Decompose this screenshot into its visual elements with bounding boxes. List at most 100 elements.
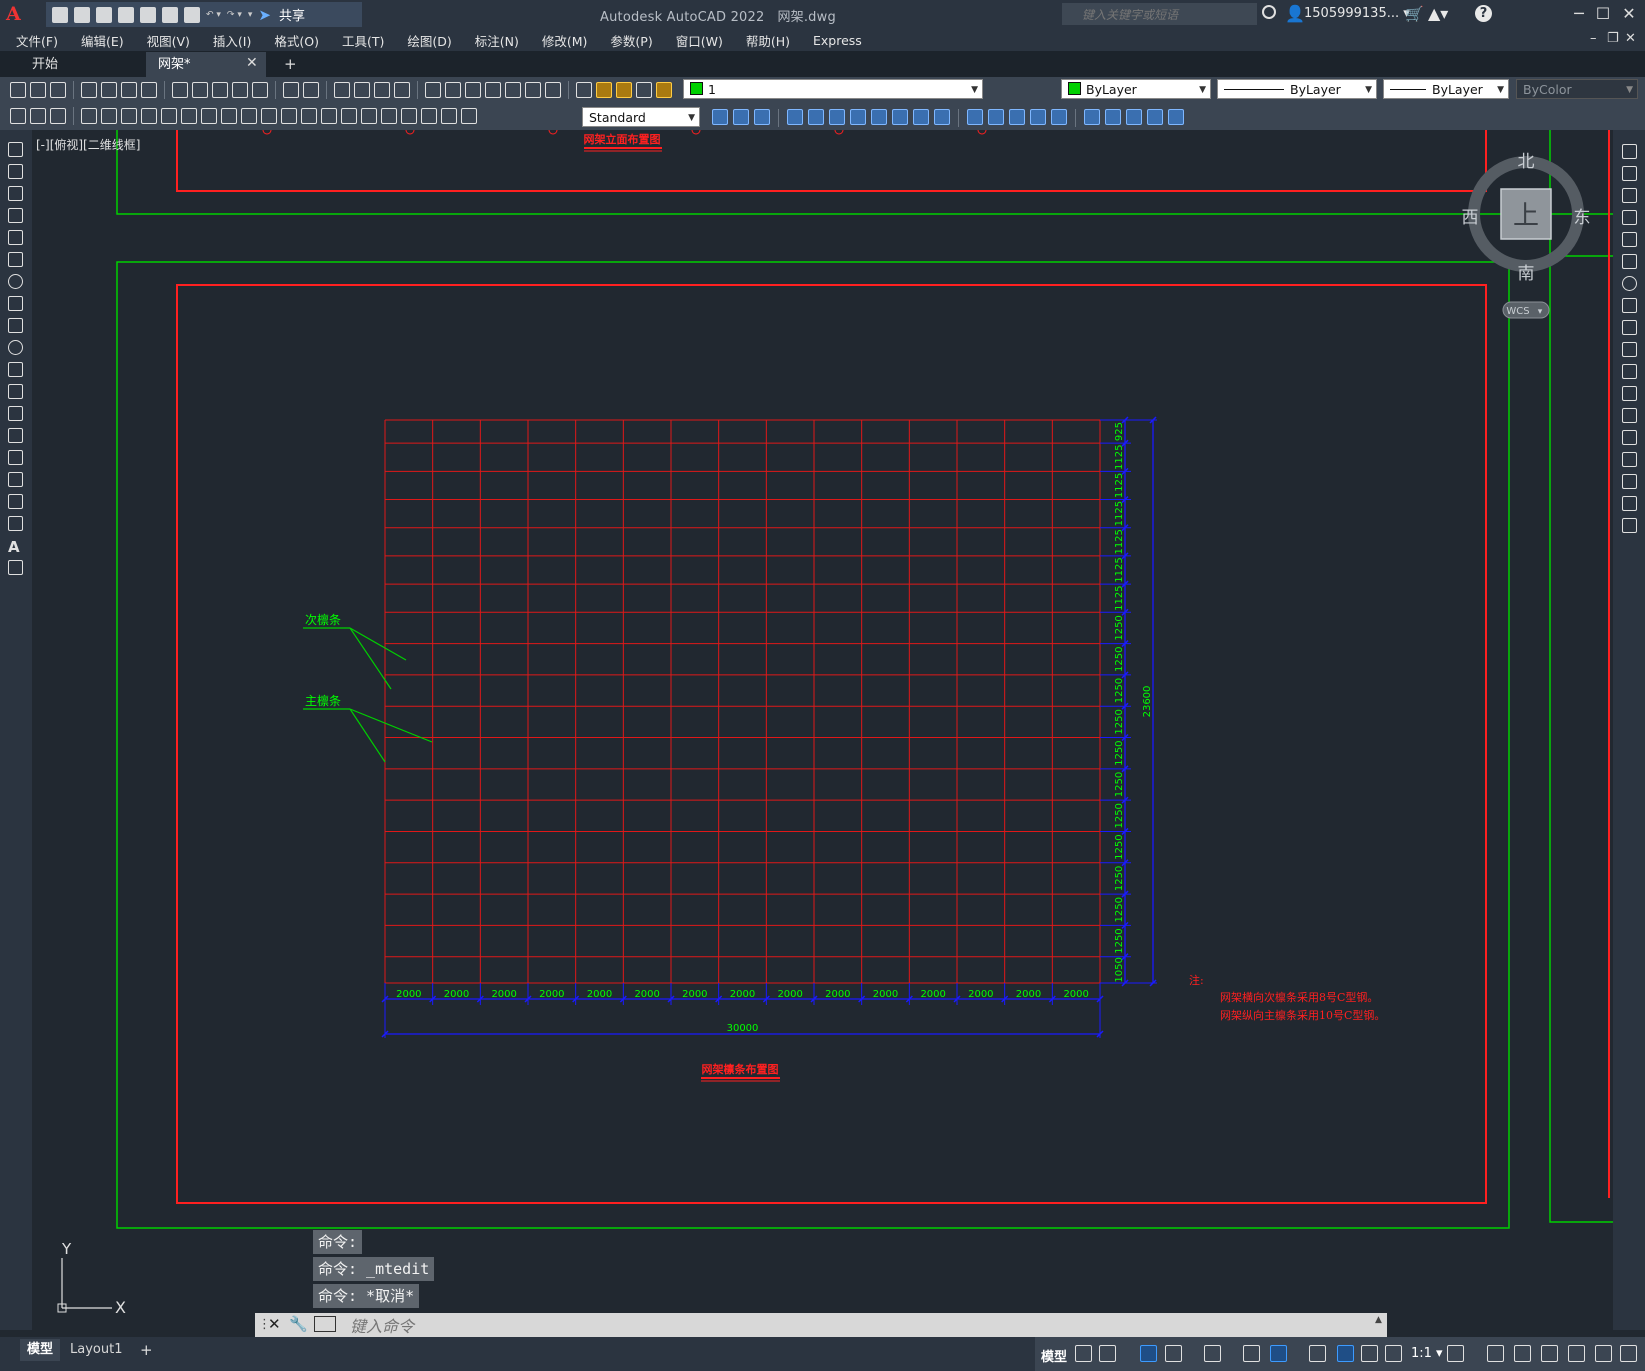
quick-dim-icon[interactable]: [241, 108, 257, 124]
add-selected-icon[interactable]: [8, 560, 23, 575]
user-icon[interactable]: 👤: [1285, 4, 1305, 23]
help-toolbar-icon[interactable]: [545, 82, 561, 98]
compass-east[interactable]: 东: [1574, 208, 1591, 228]
line-icon[interactable]: [8, 142, 23, 157]
new-file-icon[interactable]: [52, 6, 68, 23]
command-history-expand-icon[interactable]: ▲: [1375, 1315, 1382, 1325]
linear-dim-icon[interactable]: [81, 108, 97, 124]
compass-north[interactable]: 北: [1518, 152, 1535, 172]
annotation-scale-value[interactable]: 1:1 ▾: [1411, 1346, 1443, 1361]
doc-close-icon[interactable]: ✕: [1625, 31, 1636, 46]
extract-edges-icon[interactable]: [1147, 109, 1163, 125]
tolerance-icon[interactable]: [341, 108, 357, 124]
presspull-icon[interactable]: [1168, 109, 1184, 125]
block-editor-icon[interactable]: [252, 82, 268, 98]
units-icon[interactable]: [1568, 1345, 1585, 1362]
design-center-icon[interactable]: [445, 82, 461, 98]
pan-icon[interactable]: [334, 82, 350, 98]
menu-insert[interactable]: 插入(I): [213, 31, 251, 50]
copy-faces-icon[interactable]: [913, 109, 929, 125]
angular-icon[interactable]: [221, 108, 237, 124]
dim-edit-icon[interactable]: [421, 108, 437, 124]
construction-line-icon[interactable]: [8, 164, 23, 179]
zoom-window-icon[interactable]: [374, 82, 390, 98]
search-input[interactable]: [1080, 5, 1254, 25]
layer-lock-icon[interactable]: [656, 82, 672, 98]
save-icon[interactable]: [96, 6, 112, 23]
check-icon[interactable]: [1051, 109, 1067, 125]
search-icon[interactable]: [1262, 5, 1276, 19]
gradient-icon[interactable]: [8, 472, 23, 487]
radius-icon[interactable]: [161, 108, 177, 124]
open-web-icon[interactable]: [140, 6, 156, 23]
taper-faces-icon[interactable]: [892, 109, 908, 125]
customize-qat-icon[interactable]: ▾: [248, 10, 253, 20]
jogged-linear-icon[interactable]: [401, 108, 417, 124]
command-close-icon[interactable]: ✕: [268, 1315, 281, 1333]
aligned-dim-icon[interactable]: [101, 108, 117, 124]
menu-draw[interactable]: 绘图(D): [407, 31, 451, 50]
zoom-realtime-icon[interactable]: [354, 82, 370, 98]
publish-icon[interactable]: [121, 82, 137, 98]
hardware-acceleration-icon[interactable]: [1541, 1345, 1558, 1362]
object-snap-icon[interactable]: [1270, 1345, 1287, 1362]
layer-viewport-icon[interactable]: [636, 82, 652, 98]
drawing-canvas[interactable]: 网架立面布置图 2000 2000 2000 2000 2000 2000 2000 2000…: [32, 130, 1613, 1330]
menu-express[interactable]: Express: [813, 33, 862, 48]
array-icon[interactable]: [1622, 232, 1637, 247]
continue-icon[interactable]: [281, 108, 297, 124]
layer-properties-icon[interactable]: [576, 82, 592, 98]
plot-icon[interactable]: [184, 6, 200, 23]
redo-toolbar-icon[interactable]: [303, 82, 319, 98]
subtract-icon[interactable]: [733, 109, 749, 125]
layout1-tab[interactable]: Layout1: [70, 1339, 122, 1361]
menu-parametric[interactable]: 参数(P): [610, 31, 652, 50]
user-account[interactable]: 1505999135... ▾: [1304, 6, 1410, 21]
model-tab[interactable]: 模型: [20, 1339, 60, 1361]
share-icon[interactable]: ➤: [258, 6, 271, 24]
spline-icon[interactable]: [8, 318, 23, 333]
dim-space-icon[interactable]: [301, 108, 317, 124]
isolate-objects-icon[interactable]: [1514, 1345, 1531, 1362]
dim-break-icon[interactable]: [321, 108, 337, 124]
viewcube[interactable]: 上 北 南 西 东 WCS ▾: [1462, 152, 1591, 319]
new-tab-icon[interactable]: +: [284, 55, 297, 73]
copy-object-icon[interactable]: [1622, 166, 1637, 181]
add-layout-icon[interactable]: +: [140, 1339, 153, 1361]
move-icon[interactable]: [1622, 254, 1637, 269]
tool-palettes-icon[interactable]: [465, 82, 481, 98]
save-web-icon[interactable]: [162, 6, 178, 23]
annotation-monitor-icon[interactable]: [1487, 1345, 1504, 1362]
region-icon[interactable]: [8, 494, 23, 509]
menu-help[interactable]: 帮助(H): [746, 31, 790, 50]
menu-modify[interactable]: 修改(M): [542, 31, 588, 50]
clean-icon[interactable]: [988, 109, 1004, 125]
customization-menu-icon[interactable]: [1620, 1345, 1637, 1362]
extend-icon[interactable]: [1622, 364, 1637, 379]
join-icon[interactable]: [1622, 430, 1637, 445]
imprint-icon[interactable]: [967, 109, 983, 125]
layer-dropdown[interactable]: 1 ▼: [683, 79, 983, 99]
lineweight-icon[interactable]: [1309, 1345, 1326, 1362]
redo-icon[interactable]: ↷ ▾: [227, 10, 242, 20]
shell-icon[interactable]: [1030, 109, 1046, 125]
menu-dimension[interactable]: 标注(N): [475, 31, 519, 50]
annotation-scale-icon[interactable]: [1385, 1345, 1402, 1362]
baseline-icon[interactable]: [261, 108, 277, 124]
fillet-icon[interactable]: [1622, 474, 1637, 489]
match-properties-icon[interactable]: [232, 82, 248, 98]
cut-icon[interactable]: [172, 82, 188, 98]
hatch-icon[interactable]: [8, 450, 23, 465]
text-style-dropdown[interactable]: Standard ▼: [582, 107, 700, 127]
tab-start[interactable]: 开始: [20, 52, 144, 77]
plotstyle-dropdown[interactable]: ByColor ▼: [1516, 79, 1638, 99]
break-at-point-icon[interactable]: [1622, 386, 1637, 401]
open-file-icon[interactable]: [74, 6, 90, 23]
offset-icon[interactable]: [1622, 210, 1637, 225]
intersect-icon[interactable]: [754, 109, 770, 125]
interfere-icon[interactable]: [1126, 109, 1142, 125]
slice-icon[interactable]: [1084, 109, 1100, 125]
rotate-faces-icon[interactable]: [871, 109, 887, 125]
color-dropdown[interactable]: ByLayer ▼: [1061, 79, 1211, 99]
command-input[interactable]: [348, 1314, 1352, 1338]
